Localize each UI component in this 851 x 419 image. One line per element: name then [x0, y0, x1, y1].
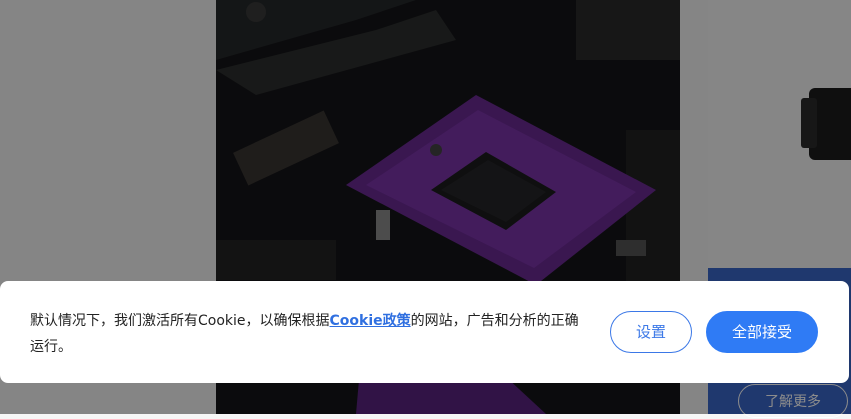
cookie-policy-link[interactable]: Cookie政策: [330, 313, 411, 329]
cookie-message-start: 默认情况下，我们激活所有Cookie，以确保根据: [30, 313, 330, 329]
accept-all-cookies-button[interactable]: 全部接受: [706, 311, 818, 353]
cookie-settings-button[interactable]: 设置: [610, 311, 692, 353]
cookie-banner: 默认情况下，我们激活所有Cookie，以确保根据Cookie政策的网站，广告和分…: [0, 281, 849, 383]
cookie-message: 默认情况下，我们激活所有Cookie，以确保根据Cookie政策的网站，广告和分…: [30, 308, 590, 360]
